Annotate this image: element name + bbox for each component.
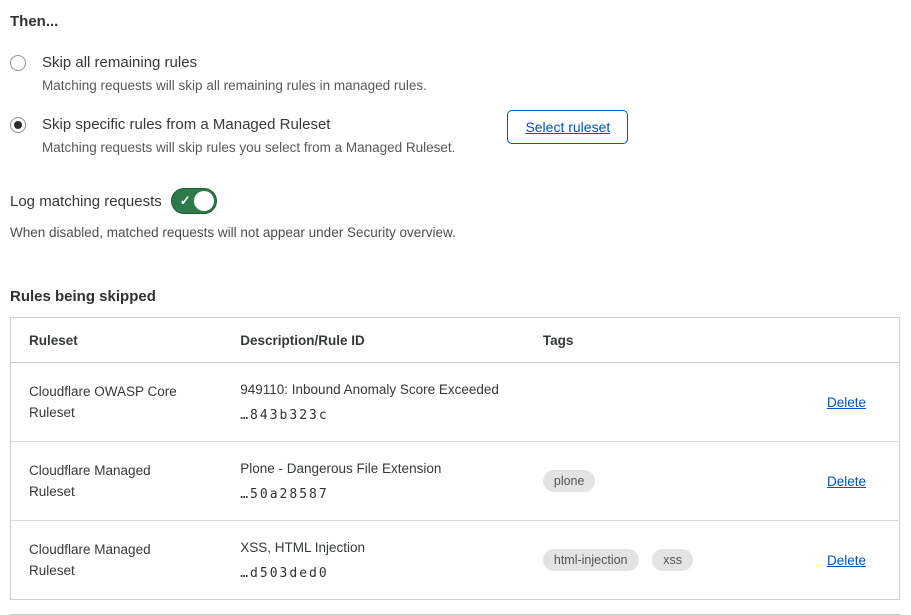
delete-link[interactable]: Delete: [827, 474, 866, 489]
action-cell: Delete: [790, 442, 900, 521]
then-heading: Then...: [10, 12, 900, 32]
table-row: Cloudflare Managed Ruleset XSS, HTML Inj…: [11, 521, 900, 600]
ruleset-cell: Cloudflare Managed Ruleset: [11, 521, 223, 600]
tag-badge: html-injection: [543, 549, 639, 571]
rule-description: Plone - Dangerous File Extension: [240, 460, 525, 478]
option-text: Skip specific rules from a Managed Rules…: [42, 114, 455, 157]
ruleset-name: Cloudflare OWASP Core Ruleset: [29, 381, 194, 423]
option-description: Matching requests will skip all remainin…: [42, 76, 427, 95]
delete-link[interactable]: Delete: [827, 553, 866, 568]
rule-id: …843b323c: [240, 408, 525, 423]
rule-id: …d503ded0: [240, 566, 525, 581]
log-toggle-label: Log matching requests: [10, 193, 162, 210]
option-text: Skip all remaining rules Matching reques…: [42, 52, 427, 95]
table-row: Cloudflare OWASP Core Ruleset 949110: In…: [11, 363, 900, 442]
radio-skip-specific-rules[interactable]: [10, 117, 26, 133]
description-cell: XSS, HTML Injection …d503ded0: [222, 521, 525, 600]
column-header-action: [790, 318, 900, 363]
ruleset-cell: Cloudflare OWASP Core Ruleset: [11, 363, 223, 442]
option-description: Matching requests will skip rules you se…: [42, 138, 455, 157]
rule-description: 949110: Inbound Anomaly Score Exceeded: [240, 381, 525, 399]
column-header-ruleset: Ruleset: [11, 318, 223, 363]
option-skip-all-remaining: Skip all remaining rules Matching reques…: [10, 52, 900, 95]
log-toggle-switch[interactable]: ✓: [171, 188, 217, 214]
option-label[interactable]: Skip all remaining rules: [42, 52, 427, 73]
select-ruleset-button[interactable]: Select ruleset: [507, 110, 628, 144]
ruleset-cell: Cloudflare Managed Ruleset: [11, 442, 223, 521]
table-row: Cloudflare Managed Ruleset Plone - Dange…: [11, 442, 900, 521]
toggle-knob: [194, 191, 214, 211]
tags-cell: [525, 363, 790, 442]
option-skip-specific-rules: Skip specific rules from a Managed Rules…: [10, 114, 900, 157]
rule-description: XSS, HTML Injection: [240, 539, 525, 557]
action-cell: Delete: [790, 521, 900, 600]
rules-skipped-heading: Rules being skipped: [10, 287, 900, 307]
log-matching-requests-row: Log matching requests ✓: [10, 188, 900, 214]
tags-cell: plone: [525, 442, 790, 521]
radio-skip-all-remaining[interactable]: [10, 55, 26, 71]
table-header-row: Ruleset Description/Rule ID Tags: [11, 318, 900, 363]
tags-cell: html-injection xss: [525, 521, 790, 600]
check-icon: ✓: [180, 194, 191, 207]
column-header-tags: Tags: [525, 318, 790, 363]
tag-badge: xss: [652, 549, 693, 571]
description-cell: 949110: Inbound Anomaly Score Exceeded ……: [222, 363, 525, 442]
option-label[interactable]: Skip specific rules from a Managed Rules…: [42, 114, 455, 135]
action-options: Skip all remaining rules Matching reques…: [10, 52, 900, 157]
column-header-description: Description/Rule ID: [222, 318, 525, 363]
log-toggle-description: When disabled, matched requests will not…: [10, 223, 900, 242]
rules-being-skipped-table: Ruleset Description/Rule ID Tags Cloudfl…: [10, 317, 900, 600]
ruleset-name: Cloudflare Managed Ruleset: [29, 539, 194, 581]
tag-badge: plone: [543, 470, 596, 492]
delete-link[interactable]: Delete: [827, 395, 866, 410]
waf-rule-action-panel: Then... Skip all remaining rules Matchin…: [0, 0, 911, 615]
action-cell: Delete: [790, 363, 900, 442]
ruleset-name: Cloudflare Managed Ruleset: [29, 460, 194, 502]
description-cell: Plone - Dangerous File Extension …50a285…: [222, 442, 525, 521]
rule-id: …50a28587: [240, 487, 525, 502]
